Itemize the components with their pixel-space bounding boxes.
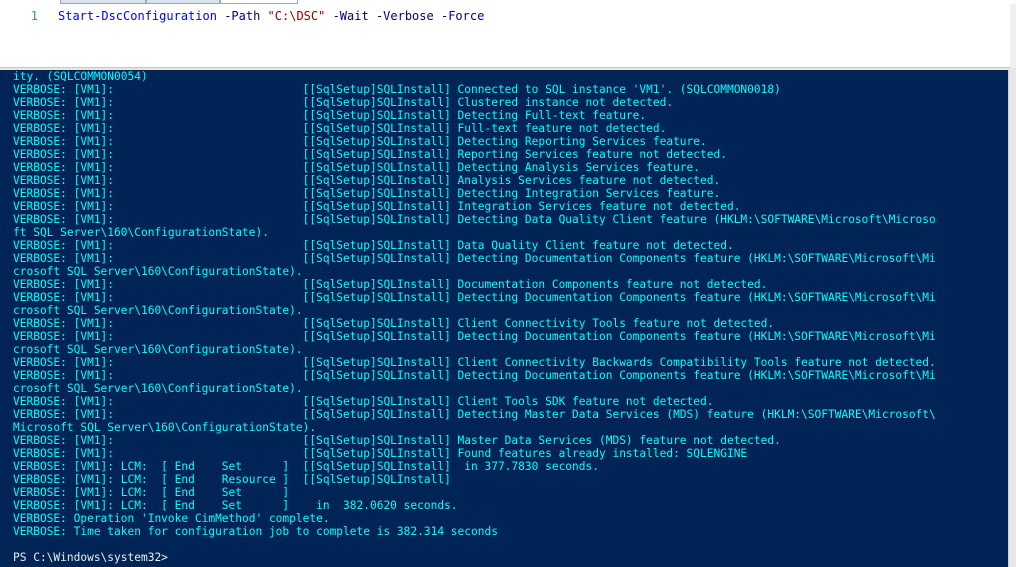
console-line: VERBOSE: [VM1]: LCM: [ End Set ] in 382.…: [13, 499, 458, 512]
console-line: crosoft SQL Server\160\ConfigurationStat…: [13, 304, 303, 317]
console-line: VERBOSE: [VM1]: [[SqlSetup]SQLInstall] D…: [13, 252, 936, 265]
command-token: Start-DscConfiguration: [58, 9, 217, 23]
console-line: VERBOSE: [VM1]: [[SqlSetup]SQLInstall] C…: [13, 356, 936, 369]
editor-scrollbar[interactable]: [1010, 4, 1016, 68]
console-line: Microsoft SQL Server\160\ConfigurationSt…: [13, 421, 317, 434]
console-line: VERBOSE: [VM1]: [[SqlSetup]SQLInstall] D…: [13, 330, 936, 343]
console-line: VERBOSE: [VM1]: LCM: [ End Set ]: [13, 486, 290, 499]
console-line: VERBOSE: [VM1]: [[SqlSetup]SQLInstall] C…: [13, 96, 674, 109]
console-line: VERBOSE: [VM1]: [[SqlSetup]SQLInstall] D…: [13, 408, 936, 421]
console-line: VERBOSE: [VM1]: [[SqlSetup]SQLInstall] A…: [13, 174, 721, 187]
console-line: VERBOSE: [VM1]: [[SqlSetup]SQLInstall] D…: [13, 239, 734, 252]
console-line: VERBOSE: [VM1]: [[SqlSetup]SQLInstall] D…: [13, 291, 936, 304]
verbose-parameter: -Verbose: [375, 9, 434, 23]
line-number: 1: [30, 9, 38, 23]
console-line: VERBOSE: [VM1]: [[SqlSetup]SQLInstall] D…: [13, 135, 707, 148]
editor-line[interactable]: 1 Start-DscConfiguration -Path "C:\DSC" …: [0, 8, 485, 24]
console-line: VERBOSE: [VM1]: [[SqlSetup]SQLInstall] F…: [13, 122, 667, 135]
console-line: ft SQL Server\160\ConfigurationState).: [13, 226, 269, 239]
console-line: VERBOSE: [VM1]: [[SqlSetup]SQLInstall] R…: [13, 148, 727, 161]
console-line: VERBOSE: [VM1]: [[SqlSetup]SQLInstall] I…: [13, 200, 741, 213]
console-line: VERBOSE: [VM1]: [[SqlSetup]SQLInstall] D…: [13, 161, 701, 174]
wait-parameter: -Wait: [332, 9, 369, 23]
path-value: "C:\DSC": [267, 9, 326, 23]
console-scrollbar[interactable]: [1008, 70, 1016, 567]
console-line: VERBOSE: Operation 'Invoke CimMethod' co…: [13, 512, 330, 525]
console-line: VERBOSE: [VM1]: [[SqlSetup]SQLInstall] M…: [13, 434, 781, 447]
console-line: crosoft SQL Server\160\ConfigurationStat…: [13, 265, 303, 278]
script-editor[interactable]: 1 Start-DscConfiguration -Path "C:\DSC" …: [0, 4, 1016, 68]
console-line: VERBOSE: [VM1]: [[SqlSetup]SQLInstall] F…: [13, 447, 748, 460]
console-line: ity. (SQLCOMMON0054): [13, 70, 148, 83]
force-parameter: -Force: [440, 9, 485, 23]
console-prompt[interactable]: PS C:\Windows\system32>: [13, 551, 936, 564]
console-line: VERBOSE: [VM1]: [[SqlSetup]SQLInstall] D…: [13, 213, 936, 226]
console-line: VERBOSE: [VM1]: [[SqlSetup]SQLInstall] D…: [13, 187, 721, 200]
console-line: VERBOSE: [VM1]: [[SqlSetup]SQLInstall] C…: [13, 83, 781, 96]
path-parameter: -Path: [224, 9, 261, 23]
console-pane[interactable]: ity. (SQLCOMMON0054) VERBOSE: [VM1]: [[Sq…: [0, 70, 1008, 567]
console-line: crosoft SQL Server\160\ConfigurationStat…: [13, 343, 303, 356]
console-line: VERBOSE: [VM1]: LCM: [ End Set ] [[SqlSe…: [13, 460, 599, 473]
console-line: VERBOSE: [VM1]: [[SqlSetup]SQLInstall] D…: [13, 278, 768, 291]
console-line: VERBOSE: [VM1]: [[SqlSetup]SQLInstall] C…: [13, 395, 714, 408]
console-line: VERBOSE: Time taken for configuration jo…: [13, 525, 498, 538]
console-line: crosoft SQL Server\160\ConfigurationStat…: [13, 382, 303, 395]
console-line: VERBOSE: [VM1]: [[SqlSetup]SQLInstall] C…: [13, 317, 775, 330]
console-line: VERBOSE: [VM1]: LCM: [ End Resource ] [[…: [13, 473, 451, 486]
console-line: VERBOSE: [VM1]: [[SqlSetup]SQLInstall] D…: [13, 109, 647, 122]
console-line: VERBOSE: [VM1]: [[SqlSetup]SQLInstall] D…: [13, 369, 936, 382]
console-output: ity. (SQLCOMMON0054) VERBOSE: [VM1]: [[Sq…: [13, 70, 936, 564]
